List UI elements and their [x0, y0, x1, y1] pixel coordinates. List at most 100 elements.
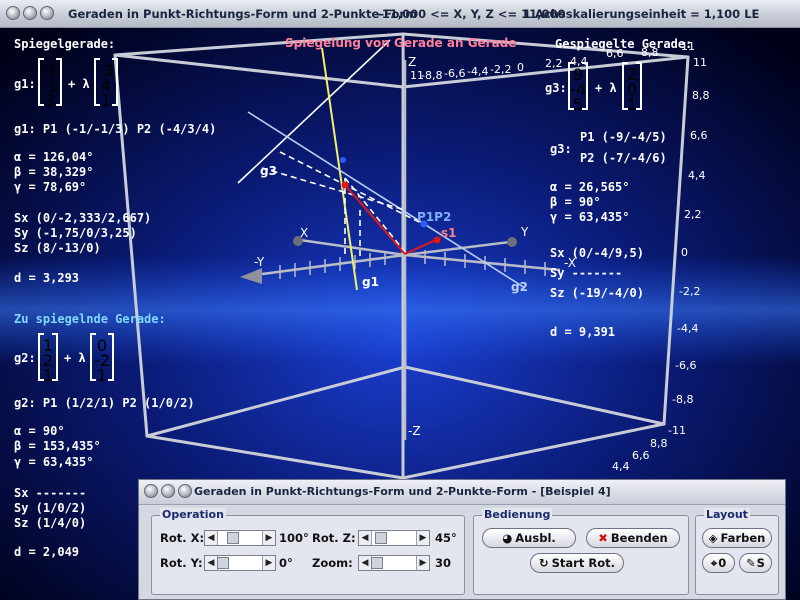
axis-num: 2,2 — [684, 208, 702, 221]
g3-direction-vector: 2 0 1 — [622, 62, 642, 114]
point-g2-blue — [340, 157, 346, 163]
axis-num: 4,4 — [570, 55, 588, 68]
dialog-button-1[interactable] — [144, 484, 158, 498]
g1-sy: Sy (-1,75/0/3,25) — [14, 226, 137, 240]
label-axis-z: Z — [408, 55, 416, 69]
rot-x-right-arrow-icon[interactable]: ▶ — [262, 531, 275, 545]
g2-point-vector: 1 2 1 — [38, 333, 58, 385]
axis-num: 8,8 — [692, 89, 710, 102]
group-bedienung: Bedienung ◕ Ausbl. ✖ Beenden ↻ Start Rot. — [473, 508, 689, 595]
axis-num: 6,6 — [632, 449, 650, 462]
g1-plus-lambda: + λ — [68, 77, 90, 91]
g3-points-label: g3: — [550, 142, 572, 156]
g3-sz: Sz (-19/-4/0) — [550, 286, 644, 300]
section-gespiegelte: Gespiegelte Gerade: — [555, 37, 693, 51]
rot-z-right-arrow-icon[interactable]: ▶ — [416, 531, 429, 545]
point-p2-red — [433, 236, 441, 244]
start-rot-button[interactable]: ↻ Start Rot. — [530, 553, 624, 573]
zero-button-label: 0 — [718, 556, 727, 570]
ausbl-button[interactable]: ◕ Ausbl. — [482, 528, 576, 548]
group-operation-label: Operation — [160, 508, 226, 521]
label-s1: s1 — [441, 226, 457, 240]
rotate-icon: ↻ — [539, 556, 549, 570]
zoom-thumb[interactable] — [371, 557, 383, 569]
axis-num: -4,4 — [467, 65, 489, 78]
group-layout: Layout ◈ Farben ⌖0 ✎S — [695, 508, 779, 595]
farben-button-label: Farben — [720, 531, 766, 545]
g3-alpha: α = 26,565° — [550, 180, 630, 194]
rot-z-left-arrow-icon[interactable]: ◀ — [359, 531, 372, 545]
y-axis-end-marker — [507, 237, 517, 247]
g3-point-vector: 9 -4 5 — [568, 62, 588, 114]
dialog-button-2[interactable] — [161, 484, 175, 498]
axis-num: -11 — [668, 424, 686, 437]
g3-distance: d = 9,391 — [550, 325, 616, 339]
control-dialog: Geraden in Punkt-Richtungs-Form und 2-Pu… — [138, 479, 786, 600]
rot-x-thumb[interactable] — [227, 532, 239, 544]
rot-y-right-arrow-icon[interactable]: ▶ — [262, 556, 275, 570]
axis-num: 11 — [681, 40, 695, 53]
g3-dir-z: 1 — [626, 95, 638, 114]
s-button[interactable]: ✎S — [739, 553, 772, 573]
farben-button[interactable]: ◈ Farben — [702, 528, 772, 548]
label-g1: g1 — [362, 275, 379, 289]
g2-dir-z: 1 — [96, 366, 108, 385]
axis-num: -2,2 — [490, 63, 512, 76]
zoom-right-arrow-icon[interactable]: ▶ — [416, 556, 429, 570]
g1-alpha: α = 126,04° — [14, 150, 94, 164]
rot-z-value: 45° — [435, 531, 457, 545]
ausbl-button-label: Ausbl. — [515, 531, 556, 545]
rot-y-value: 0° — [279, 556, 293, 570]
zero-button[interactable]: ⌖0 — [702, 553, 735, 573]
g1-dir-z: 1 — [100, 91, 112, 110]
rot-z-slider[interactable]: ◀ ▶ — [358, 530, 430, 546]
rot-x-left-arrow-icon[interactable]: ◀ — [205, 531, 218, 545]
label-axis-y: Y — [520, 225, 529, 239]
window-button-3[interactable] — [40, 6, 54, 20]
group-layout-label: Layout — [704, 508, 750, 521]
rot-x-slider[interactable]: ◀ ▶ — [204, 530, 276, 546]
rot-y-thumb[interactable] — [217, 557, 229, 569]
g1-label: g1: — [14, 77, 36, 91]
label-g2: g2 — [511, 280, 528, 294]
g1-points: g1: P1 (-1/-1/3) P2 (-4/3/4) — [14, 122, 217, 136]
dialog-titlebar: Geraden in Punkt-Richtungs-Form und 2-Pu… — [139, 480, 785, 505]
label-axis-y-neg: -Y — [254, 255, 265, 269]
g2-points: g2: P1 (1/2/1) P2 (1/0/2) — [14, 396, 195, 410]
g2-plus-lambda: + λ — [64, 351, 86, 365]
axis-num: 8,8 — [650, 437, 668, 450]
g3-beta: β = 90° — [550, 195, 601, 209]
g1-sx: Sx (0/-2,333/2,667) — [14, 211, 152, 225]
zoom-label: Zoom: — [312, 556, 353, 570]
zoom-value: 30 — [435, 556, 452, 570]
g3-p2: P2 (-7/-4/6) — [580, 151, 667, 165]
zoom-slider[interactable]: ◀ ▶ — [358, 555, 430, 571]
axis-num: 11 — [693, 56, 707, 69]
axis-num: 8,8 — [641, 46, 659, 59]
label-axis-x: X — [300, 226, 308, 240]
beenden-button[interactable]: ✖ Beenden — [586, 528, 680, 548]
label-g3: g3 — [260, 164, 277, 178]
label-axis-z-neg: -Z — [408, 424, 421, 438]
axis-num: 4,4 — [688, 169, 706, 182]
window-scale: 1 Achsskalierungseinheit = 1,100 LE — [523, 7, 760, 21]
rot-z-label: Rot. Z: — [312, 531, 356, 545]
close-icon: ✖ — [598, 531, 608, 545]
window-button-2[interactable] — [23, 6, 37, 20]
g3-sx: Sx (0/-4/9,5) — [550, 246, 644, 260]
start-rot-button-label: Start Rot. — [551, 556, 615, 570]
g1-sz: Sz (8/-13/0) — [14, 241, 101, 255]
g2-direction-vector: 0 -2 1 — [90, 333, 114, 385]
rot-z-thumb[interactable] — [375, 532, 387, 544]
rot-y-label: Rot. Y: — [160, 556, 203, 570]
axis-num: -2,2 — [679, 285, 701, 298]
g3-gamma: γ = 63,435° — [550, 210, 630, 224]
axis-num: -6,6 — [675, 359, 697, 372]
g2-point-z: 1 — [42, 366, 54, 385]
window-button-1[interactable] — [6, 6, 20, 20]
group-bedienung-label: Bedienung — [482, 508, 553, 521]
axis-num: 0 — [517, 61, 524, 74]
dialog-button-3[interactable] — [178, 484, 192, 498]
g1-point-z: 3 — [44, 91, 56, 110]
rot-y-slider[interactable]: ◀ ▶ — [204, 555, 276, 571]
